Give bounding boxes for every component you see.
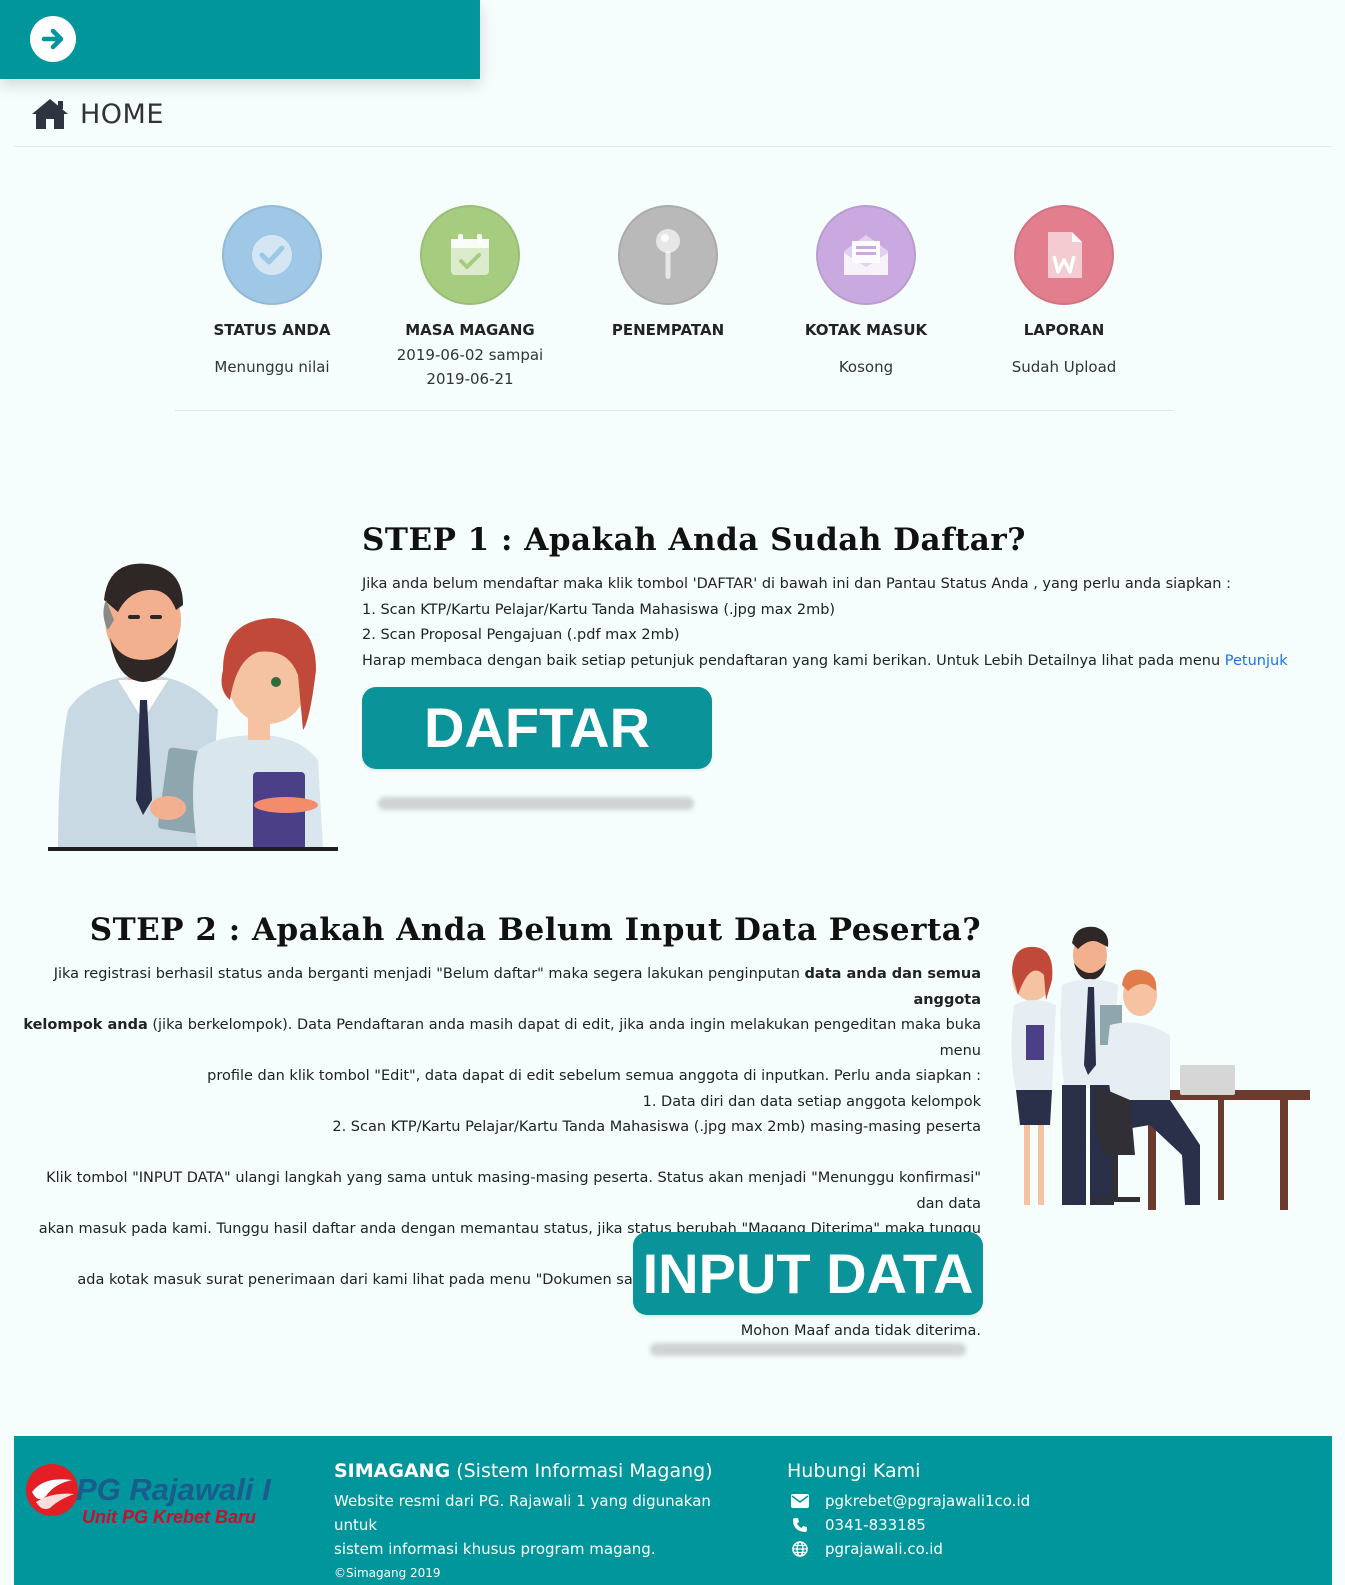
status-card-label: STATUS ANDA [213, 321, 331, 339]
footer-brand: SIMAGANG (Sistem Informasi Magang) [334, 1460, 754, 1482]
check-circle-icon [222, 205, 322, 305]
footer-description: Website resmi dari PG. Rajawali 1 yang d… [334, 1489, 754, 1561]
divider [14, 146, 1332, 147]
step2-text: Jika registrasi berhasil status anda ber… [53, 966, 805, 982]
status-card-masa-magang[interactable]: MASA MAGANG 2019-06-02 sampai 2019-06-21 [370, 205, 570, 391]
step1-line: 1. Scan KTP/Kartu Pelajar/Kartu Tanda Ma… [362, 601, 836, 618]
status-card-value: Menunggu nilai [214, 358, 330, 376]
step2-line: kelompok anda (jika berkelompok). Data P… [21, 1013, 981, 1064]
contact-website[interactable]: pgrajawali.co.id [787, 1537, 1187, 1561]
home-icon [32, 99, 68, 129]
status-card-laporan[interactable]: LAPORAN Sudah Upload [964, 205, 1164, 379]
map-pin-icon [618, 205, 718, 305]
petunjuk-link[interactable]: Petunjuk [1225, 653, 1288, 669]
button-shadow [378, 797, 694, 810]
calendar-check-icon [420, 205, 520, 305]
contact-website-text: pgrajawali.co.id [825, 1540, 943, 1558]
word-file-icon [1014, 205, 1114, 305]
copyright: ©Simagang 2019 [334, 1566, 441, 1580]
brand-name: SIMAGANG [334, 1460, 451, 1482]
status-card-value: 2019-06-02 sampai 2019-06-21 [370, 343, 570, 391]
contact-phone[interactable]: 0341-833185 [787, 1513, 1187, 1537]
footer-about: SIMAGANG (Sistem Informasi Magang) Websi… [334, 1460, 754, 1580]
people-illustration [48, 563, 338, 851]
footer-description-line: sistem informasi khusus program magang. [334, 1540, 656, 1558]
company-logo: PG Rajawali I Unit PG Krebet Baru [24, 1462, 284, 1542]
step1-line: Jika anda belum mendaftar maka klik tomb… [362, 576, 1231, 592]
logo-text: PG Rajawali I [76, 1472, 271, 1507]
status-card-label: KOTAK MASUK [804, 321, 928, 339]
step1-line: 2. Scan Proposal Pengajuan (.pdf max 2mb… [362, 627, 680, 643]
step1-line-text: Harap membaca dengan baik setiap petunju… [362, 652, 1225, 669]
step2-line: profile dan klik tombol "Edit", data dap… [207, 1068, 981, 1084]
top-bar [0, 0, 480, 79]
logo-subtext: Unit PG Krebet Baru [82, 1507, 257, 1527]
step2-bold-text: kelompok anda [23, 1017, 148, 1033]
envelope-icon [789, 1491, 811, 1511]
button-shadow [650, 1343, 966, 1356]
status-card-label: LAPORAN [1023, 321, 1105, 339]
contact-email-text: pgkrebet@pgrajawali1co.id [825, 1492, 1031, 1510]
step1-line: Harap membaca dengan baik setiap petunju… [362, 649, 1302, 675]
status-card-value: Kosong [838, 358, 894, 376]
status-cards: STATUS ANDA Menunggu nilai MASA MAGANG 2… [172, 205, 1172, 410]
brand-full-name: (Sistem Informasi Magang) [450, 1460, 713, 1482]
step1-description: Jika anda belum mendaftar maka klik tomb… [362, 572, 1302, 674]
envelope-open-icon [816, 205, 916, 305]
rajawali-logo-icon [26, 1464, 78, 1516]
page-title: HOME [80, 98, 164, 130]
breadcrumb: HOME [30, 94, 164, 134]
contact-title: Hubungi Kami [787, 1460, 921, 1482]
step2-bold-text: data anda dan semua anggota [804, 966, 981, 1008]
status-card-kotak-masuk[interactable]: KOTAK MASUK Kosong [766, 205, 966, 379]
daftar-button[interactable]: DAFTAR [362, 687, 712, 769]
step2-line: Mohon Maaf anda tidak diterima. [740, 1323, 981, 1339]
arrow-right-icon [41, 28, 64, 50]
status-card-value-line: 2019-06-02 sampai [396, 346, 544, 364]
contact-email[interactable]: pgkrebet@pgrajawali1co.id [787, 1489, 1187, 1513]
phone-icon [789, 1515, 811, 1535]
input-data-button[interactable]: INPUT DATA [633, 1232, 983, 1315]
footer-contact: Hubungi Kami pgkrebet@pgrajawali1co.id 0… [787, 1460, 1187, 1561]
status-card-label: MASA MAGANG [405, 321, 535, 339]
status-card-value: Sudah Upload [1011, 358, 1117, 376]
step2-line: Klik tombol "INPUT DATA" ulangi langkah … [46, 1170, 981, 1212]
status-card-value-line: 2019-06-21 [426, 370, 514, 388]
step1-title: STEP 1 : Apakah Anda Sudah Daftar? [362, 522, 1026, 558]
step2-line: Jika registrasi berhasil status anda ber… [21, 962, 981, 1013]
status-card-penempatan[interactable]: PENEMPATAN [568, 205, 768, 339]
office-team-illustration [1011, 926, 1310, 1210]
sidebar-toggle-button[interactable] [30, 16, 76, 62]
step2-line: 2. Scan KTP/Kartu Pelajar/Kartu Tanda Ma… [332, 1119, 981, 1135]
divider [175, 410, 1173, 411]
step2-title: STEP 2 : Apakah Anda Belum Input Data Pe… [89, 912, 981, 948]
step2-text: (jika berkelompok). Data Pendaftaran and… [147, 1017, 981, 1059]
status-card-label: PENEMPATAN [611, 321, 725, 339]
status-card-status[interactable]: STATUS ANDA Menunggu nilai [172, 205, 372, 379]
footer-description-line: Website resmi dari PG. Rajawali 1 yang d… [334, 1492, 711, 1534]
footer: PG Rajawali I Unit PG Krebet Baru SIMAGA… [14, 1436, 1332, 1585]
step2-line: 1. Data diri dan data setiap anggota kel… [642, 1093, 981, 1110]
globe-icon [789, 1539, 811, 1559]
contact-phone-text: 0341-833185 [825, 1516, 926, 1534]
